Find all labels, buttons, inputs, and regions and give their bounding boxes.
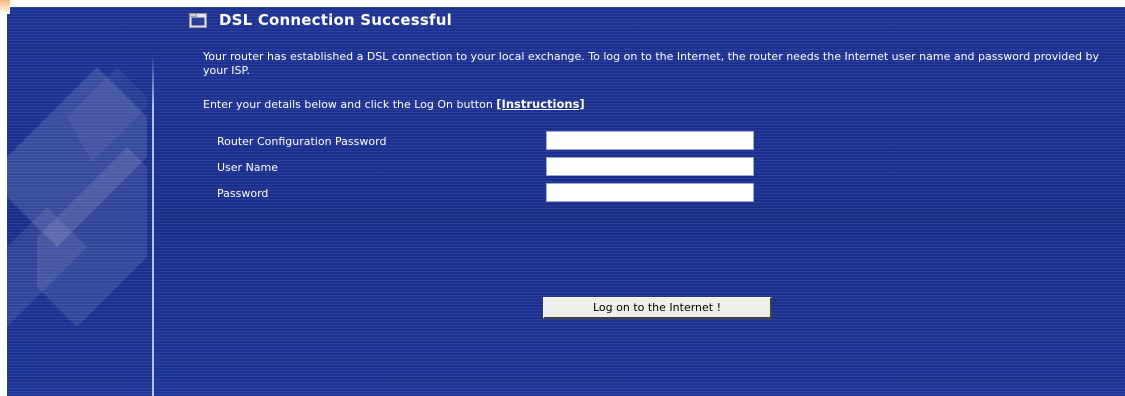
password-input[interactable] [546, 183, 754, 202]
page-title: DSL Connection Successful [219, 11, 452, 29]
instructions-line: Enter your details below and click the L… [203, 97, 585, 111]
corner-accent [0, 0, 10, 14]
username-input[interactable] [546, 157, 754, 176]
router-config-password-label: Router Configuration Password [217, 135, 387, 148]
username-label: User Name [217, 161, 279, 174]
instructions-prompt: Enter your details below and click the L… [203, 98, 497, 111]
router-config-password-input[interactable] [546, 131, 754, 150]
sidebar-divider [152, 55, 154, 396]
diamond-decoration-graphic [7, 67, 147, 327]
intro-text: Your router has established a DSL connec… [203, 50, 1100, 77]
folder-icon [189, 13, 207, 28]
page-header: DSL Connection Successful [189, 10, 452, 30]
instructions-link[interactable]: [Instructions] [496, 97, 584, 111]
logon-button[interactable]: Log on to the Internet ! [543, 297, 772, 319]
password-label: Password [217, 187, 269, 200]
